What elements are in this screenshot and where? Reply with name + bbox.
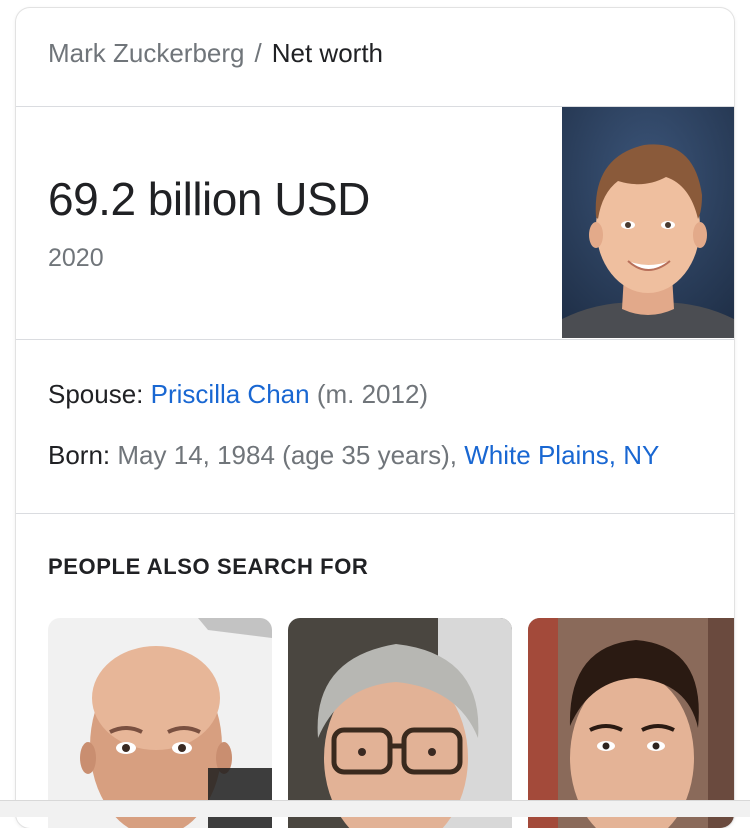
divider — [16, 513, 734, 514]
born-label: Born: — [48, 440, 111, 470]
breadcrumb-current: Net worth — [271, 38, 383, 68]
person-photo-3 — [528, 618, 734, 828]
spouse-fact: Spouse: Priscilla Chan (m. 2012) — [48, 379, 428, 410]
born-date: May 14, 1984 (age 35 years), — [117, 440, 458, 470]
birthplace-link[interactable]: White Plains, NY — [464, 440, 659, 470]
person-card-2[interactable] — [288, 618, 512, 828]
person-photo-2 — [288, 618, 512, 828]
person-card-3[interactable] — [528, 618, 734, 828]
breadcrumb-parent[interactable]: Mark Zuckerberg — [48, 38, 245, 68]
people-also-search-title: PEOPLE ALSO SEARCH FOR — [48, 554, 369, 579]
born-fact: Born: May 14, 1984 (age 35 years), White… — [48, 440, 659, 471]
spouse-link[interactable]: Priscilla Chan — [151, 379, 310, 409]
mark-zuckerberg-photo[interactable] — [562, 107, 734, 338]
net-worth-value: 69.2 billion USD — [48, 173, 370, 225]
spouse-detail: (m. 2012) — [316, 379, 429, 409]
portrait-image — [562, 107, 734, 338]
knowledge-panel-card: Mark Zuckerberg / Net worth 69.2 billion U… — [16, 8, 734, 828]
person-photo-1 — [48, 618, 272, 828]
bottom-toolbar-edge — [0, 800, 750, 817]
breadcrumb: Mark Zuckerberg / Net worth — [48, 38, 383, 69]
person-card-1[interactable] — [48, 618, 272, 828]
breadcrumb-separator: / — [254, 38, 262, 68]
net-worth-year: 2020 — [48, 244, 104, 272]
divider — [16, 339, 734, 340]
spouse-label: Spouse: — [48, 379, 144, 409]
